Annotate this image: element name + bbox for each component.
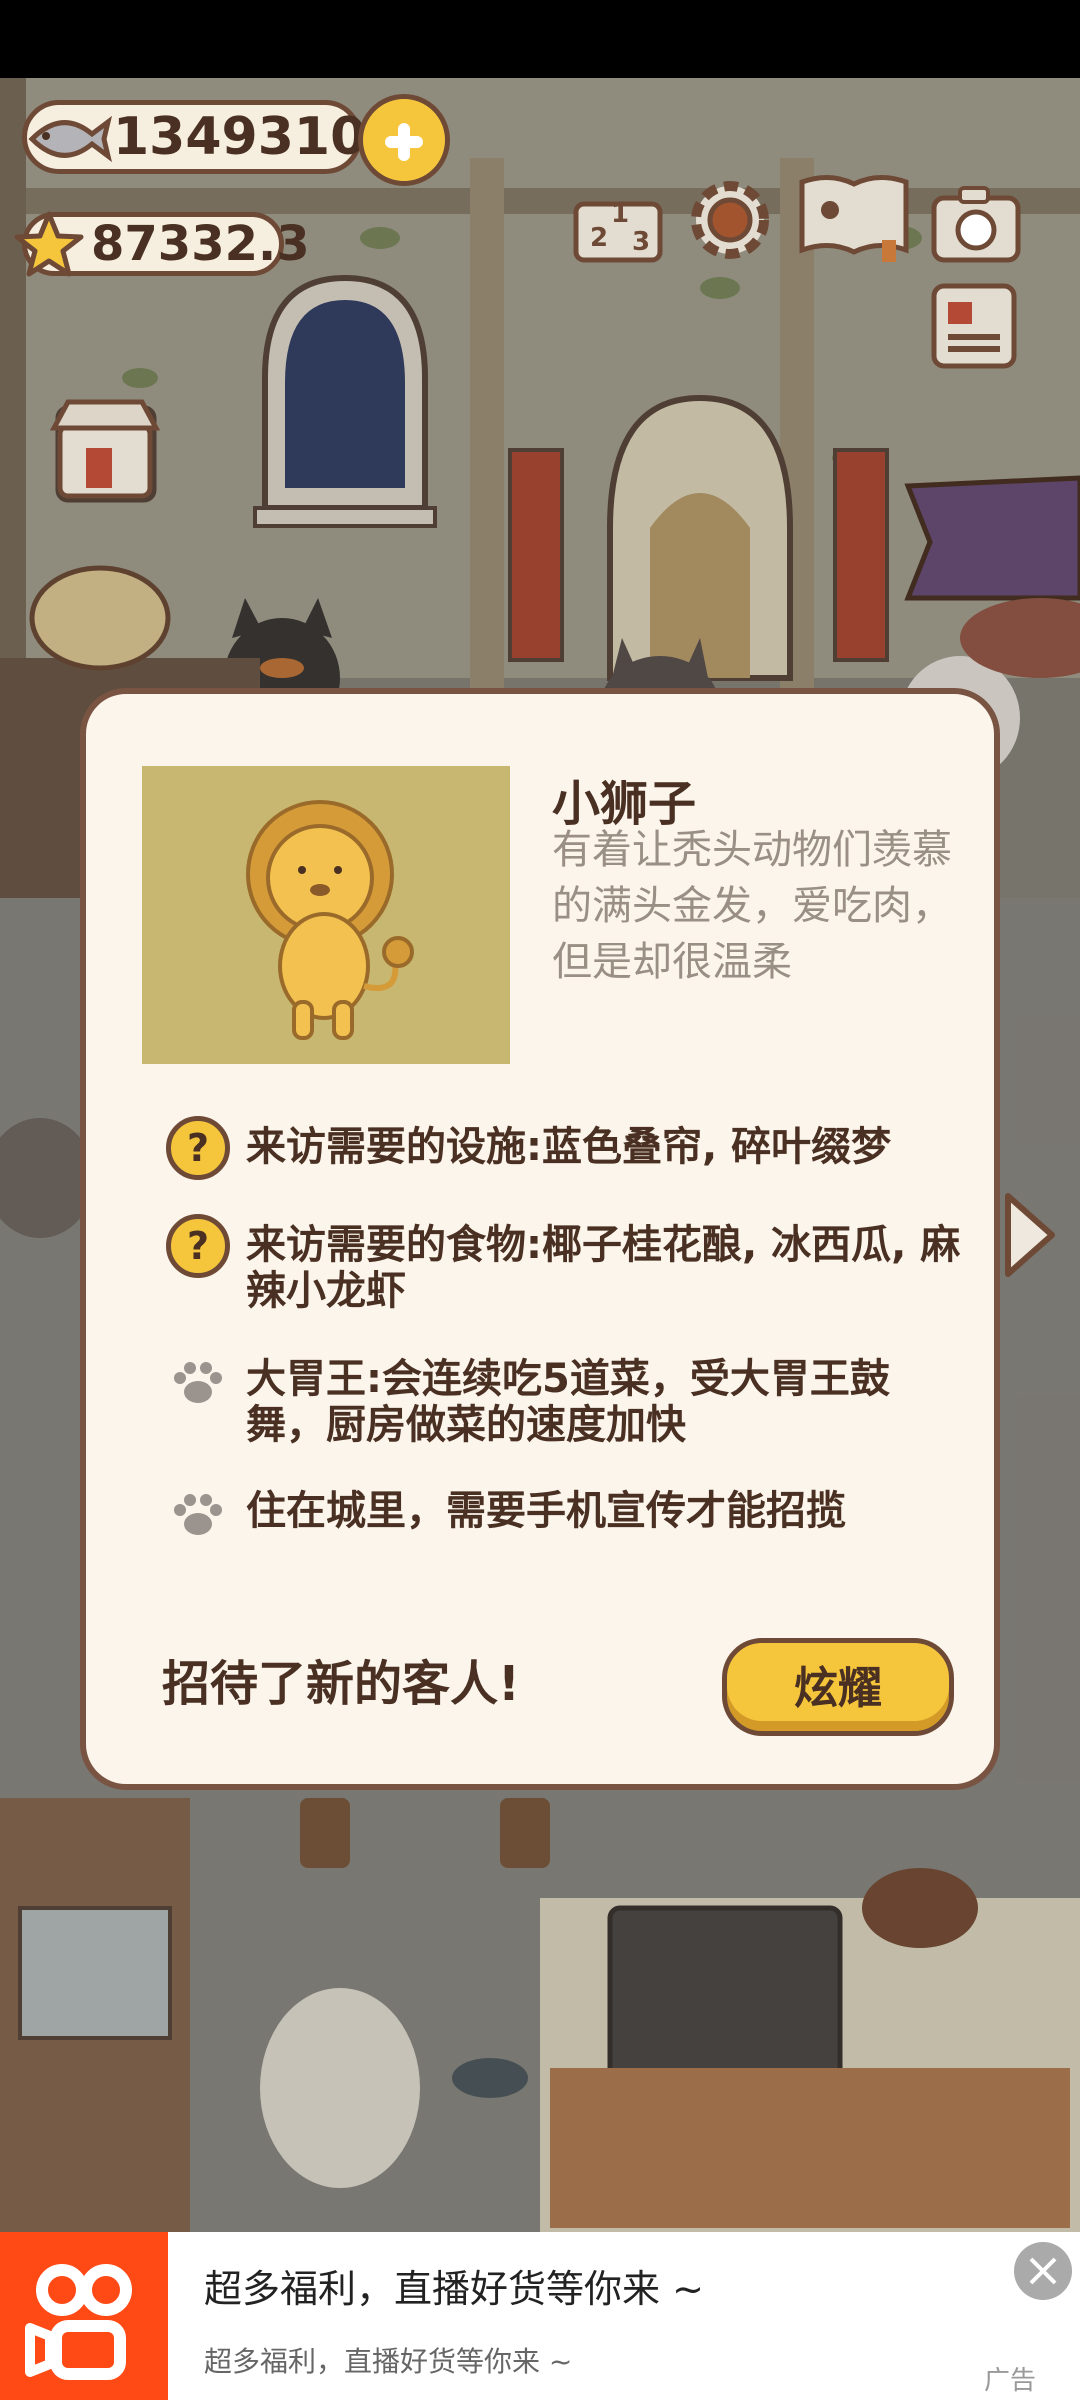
show-off-button[interactable]: 炫耀 [722, 1638, 954, 1736]
paw-book-icon[interactable] [796, 170, 912, 262]
new-guest-message: 招待了新的客人! [162, 1656, 520, 1712]
star-icon [14, 211, 84, 277]
paw-icon [174, 1362, 222, 1403]
ad-close-button[interactable] [1014, 2242, 1072, 2300]
new-guest-dialog: 小狮子 有着让秃头动物们羡慕的满头金发，爱吃肉，但是却很温柔 ? 来访需要的设施… [80, 688, 1000, 1790]
question-icon: ? [166, 1116, 230, 1180]
star-currency-value: 87332.3 [91, 216, 310, 272]
ranking-icon[interactable]: 2 1 3 [572, 174, 664, 266]
status-bar [0, 0, 1080, 78]
requirement-facilities: ? 来访需要的设施:蓝色叠帘, 碎叶缀梦 [166, 1116, 966, 1180]
kuaishou-logo-icon [0, 2232, 168, 2400]
requirement-food: ? 来访需要的食物:椰子桂花酿, 冰西瓜, 麻辣小龙虾 [166, 1214, 966, 1314]
shop-icon[interactable] [50, 396, 160, 500]
fish-icon [28, 115, 112, 163]
ad-subtitle: 超多福利，直播好货等你来 ~ [204, 2345, 573, 2378]
paw-icon [174, 1494, 222, 1535]
ad-title: 超多福利，直播好货等你来 ~ [204, 2267, 704, 2311]
camera-icon[interactable] [930, 178, 1022, 270]
lion-portrait [142, 766, 510, 1064]
next-arrow-icon[interactable] [1000, 1190, 1060, 1280]
letter-icon[interactable] [928, 280, 1020, 372]
requirement-text: 住在城里，需要手机宣传才能招揽 [246, 1488, 846, 1534]
ad-banner[interactable]: 超多福利，直播好货等你来 ~ 超多福利，直播好货等你来 ~ 广告 [0, 2232, 1080, 2400]
gear-icon[interactable] [684, 174, 776, 266]
requirement-text: 大胃王:会连续吃5道菜，受大胃王鼓舞，厨房做菜的速度加快 [246, 1356, 890, 1448]
requirement-text: 来访需要的设施:蓝色叠帘, 碎叶缀梦 [246, 1124, 892, 1170]
svg-text:2: 2 [590, 223, 608, 253]
trait-city-dweller: 住在城里，需要手机宣传才能招揽 [166, 1488, 966, 1546]
character-description: 有着让秃头动物们羡慕的满头金发，爱吃肉，但是却很温柔 [552, 827, 952, 985]
add-fish-button[interactable] [358, 94, 450, 186]
question-icon: ? [166, 1214, 230, 1278]
svg-text:3: 3 [632, 227, 650, 257]
requirement-text: 来访需要的食物:椰子桂花酿, 冰西瓜, 麻辣小龙虾 [246, 1222, 961, 1314]
ad-label: 广告 [984, 2366, 1037, 2396]
svg-text:1: 1 [611, 199, 629, 229]
trait-big-eater: 大胃王:会连续吃5道菜，受大胃王鼓舞，厨房做菜的速度加快 [166, 1356, 966, 1448]
